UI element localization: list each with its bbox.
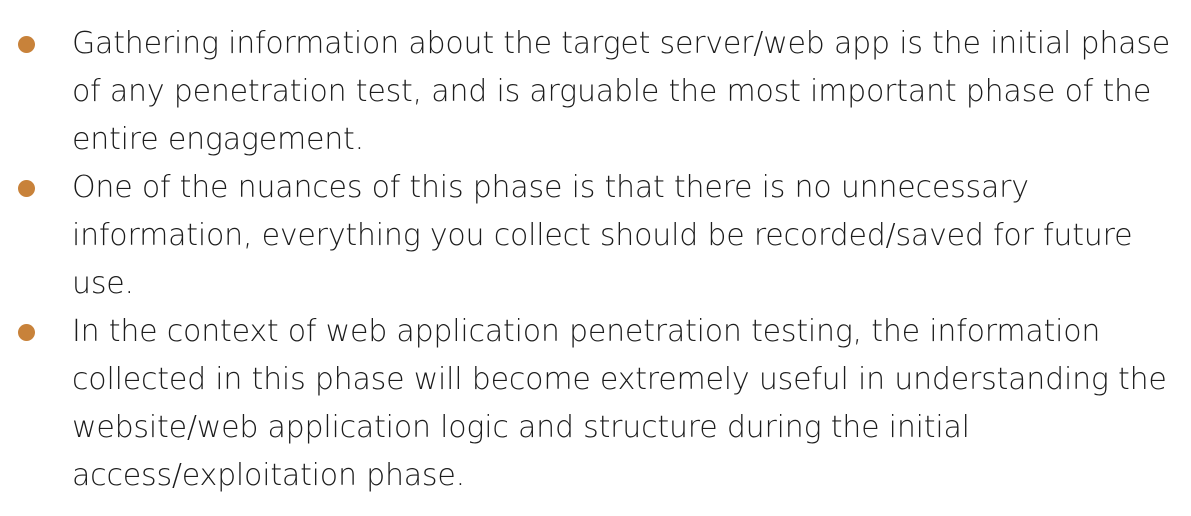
bullet-text: In the context of web application penetr… [72,314,1167,493]
slide-body: Gathering information about the target s… [0,20,1191,500]
bullet-text: One of the nuances of this phase is that… [72,170,1133,301]
bullet-text: Gathering information about the target s… [72,26,1171,157]
bullet-item: One of the nuances of this phase is that… [0,164,1191,308]
bullet-dot-icon [18,36,35,53]
bullet-list: Gathering information about the target s… [0,20,1191,500]
bullet-item: Gathering information about the target s… [0,20,1191,164]
bullet-dot-icon [18,180,35,197]
bullet-item: In the context of web application penetr… [0,308,1191,500]
bullet-dot-icon [18,324,35,341]
